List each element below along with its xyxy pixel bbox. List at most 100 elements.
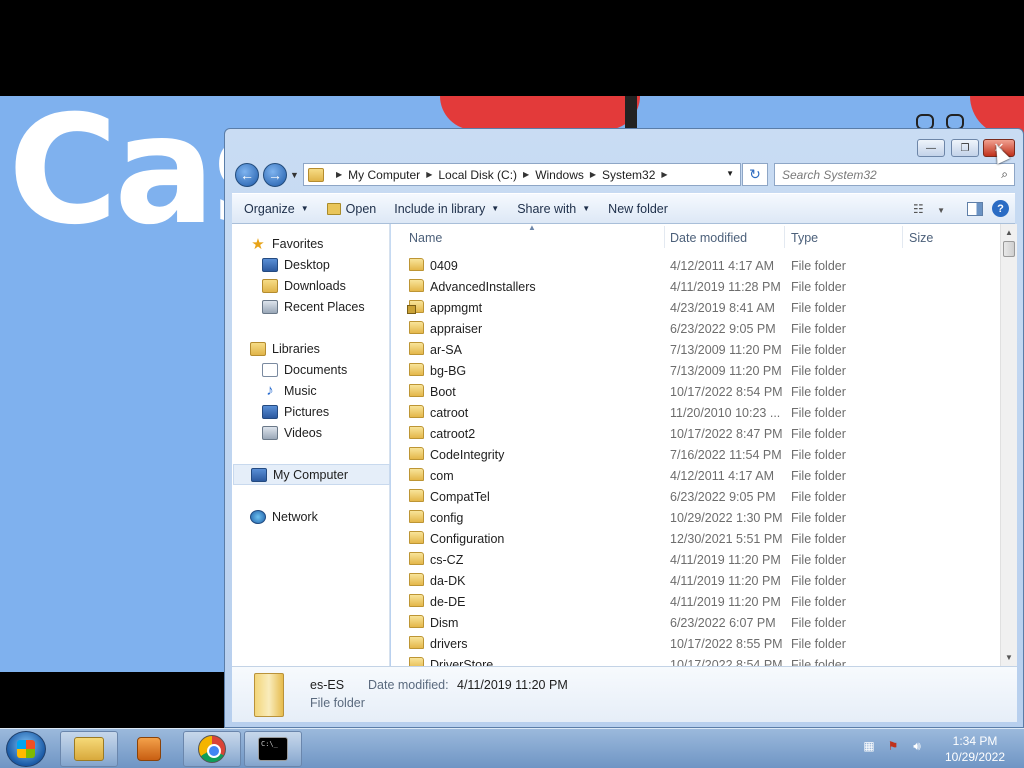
file-date-modified: 7/13/2009 11:20 PM xyxy=(670,343,782,357)
back-button[interactable]: ← xyxy=(235,163,259,187)
help-button[interactable]: ? xyxy=(992,200,1009,217)
file-name: de-DE xyxy=(430,595,466,609)
open-button[interactable]: Open xyxy=(326,201,377,216)
recent-pages-chevron-icon[interactable]: ▼ xyxy=(290,170,299,180)
preview-pane-button[interactable] xyxy=(967,202,983,216)
volume-icon[interactable]: 🔊︎ xyxy=(910,739,924,753)
file-name: catroot2 xyxy=(430,427,476,441)
table-row[interactable]: Boot 10/17/2022 8:54 PM File folder xyxy=(391,381,1000,402)
maximize-button[interactable]: ❐ xyxy=(951,139,979,157)
nav-label: Desktop xyxy=(284,257,330,272)
search-icon[interactable]: ⌕ xyxy=(1001,167,1008,182)
column-divider[interactable] xyxy=(784,226,785,248)
nav-my-computer[interactable]: My Computer xyxy=(233,464,390,485)
table-row[interactable]: config 10/29/2022 1:30 PM File folder xyxy=(391,507,1000,528)
file-name: ar-SA xyxy=(430,343,462,357)
file-type: File folder xyxy=(791,364,846,378)
address-dropdown-icon[interactable]: ▼ xyxy=(726,169,734,178)
taskbar: C:\_ ▦ ⚑ 🔊︎ 1:34 PM 10/29/2022 xyxy=(0,728,1024,768)
include-in-library-button[interactable]: Include in library ▼ xyxy=(394,202,499,216)
nav-favorites[interactable]: ★ Favorites xyxy=(250,233,407,254)
chevron-right-icon[interactable]: ▶ xyxy=(661,170,667,179)
media-player-icon xyxy=(137,737,161,761)
breadcrumb-system32[interactable]: System32 xyxy=(602,168,655,182)
taskbar-explorer-button[interactable] xyxy=(60,731,118,767)
chevron-right-icon[interactable]: ▶ xyxy=(590,170,596,179)
nav-label: Documents xyxy=(284,362,348,377)
table-row[interactable]: catroot 11/20/2010 10:23 ... File folder xyxy=(391,402,1000,423)
table-row[interactable]: de-DE 4/11/2019 11:20 PM File folder xyxy=(391,591,1000,612)
minimize-button[interactable]: — xyxy=(917,139,945,157)
table-row[interactable]: appmgmt 4/23/2019 8:41 AM File folder xyxy=(391,297,1000,318)
nav-network[interactable]: Network xyxy=(250,506,407,527)
file-name: da-DK xyxy=(430,574,466,588)
column-header-type[interactable]: Type xyxy=(791,231,818,245)
share-with-label: Share with xyxy=(517,201,577,216)
network-tray-icon[interactable]: ▦ xyxy=(862,739,876,753)
table-row[interactable]: cs-CZ 4/11/2019 11:20 PM File folder xyxy=(391,549,1000,570)
scroll-up-arrow-icon[interactable]: ▲ xyxy=(1001,224,1017,241)
open-folder-icon xyxy=(326,202,341,215)
scroll-thumb[interactable] xyxy=(1003,241,1015,257)
column-divider[interactable] xyxy=(664,226,665,248)
table-row[interactable]: Configuration 12/30/2021 5:51 PM File fold… xyxy=(391,528,1000,549)
search-input[interactable]: Search System32 ⌕ xyxy=(774,163,1015,186)
vertical-scrollbar[interactable]: ▲ ▼ xyxy=(1000,224,1017,666)
table-row[interactable]: catroot2 10/17/2022 8:47 PM File folder xyxy=(391,423,1000,444)
taskbar-media-player-button[interactable] xyxy=(120,731,178,767)
table-row[interactable]: AdvancedInstallers 4/11/2019 11:28 PM File… xyxy=(391,276,1000,297)
column-header-size[interactable]: Size xyxy=(909,231,933,245)
forward-button[interactable]: → xyxy=(263,163,287,187)
chevron-right-icon[interactable]: ▶ xyxy=(336,170,342,179)
wallpaper-art-pole xyxy=(625,96,637,130)
breadcrumb-local-disk[interactable]: Local Disk (C:) xyxy=(438,168,517,182)
action-center-flag-icon[interactable]: ⚑ xyxy=(886,739,900,753)
table-row[interactable]: CodeIntegrity 7/16/2022 11:54 PM File fold… xyxy=(391,444,1000,465)
clock[interactable]: 1:34 PM 10/29/2022 xyxy=(935,733,1015,765)
chevron-down-icon: ▼ xyxy=(491,204,500,213)
share-with-button[interactable]: Share with ▼ xyxy=(517,202,590,216)
table-row[interactable]: com 4/12/2011 4:17 AM File folder xyxy=(391,465,1000,486)
table-row[interactable]: appraiser 6/23/2022 9:05 PM File folder xyxy=(391,318,1000,339)
chevron-right-icon[interactable]: ▶ xyxy=(523,170,529,179)
table-row[interactable]: ar-SA 7/13/2009 11:20 PM File folder xyxy=(391,339,1000,360)
taskbar-command-prompt-button[interactable]: C:\_ xyxy=(244,731,302,767)
chevron-down-icon: ▼ xyxy=(582,204,591,213)
refresh-button[interactable]: ↻ xyxy=(742,163,768,186)
start-button[interactable] xyxy=(6,731,46,767)
clock-time: 1:34 PM xyxy=(952,734,998,748)
table-row[interactable]: DriverStore 10/17/2022 8:54 PM File folder xyxy=(391,654,1000,666)
change-view-button[interactable]: ☷ ▼ xyxy=(913,202,945,216)
file-date-modified: 10/17/2022 8:54 PM xyxy=(670,385,783,399)
table-row[interactable]: Dism 6/23/2022 6:07 PM File folder xyxy=(391,612,1000,633)
file-type: File folder xyxy=(791,490,846,504)
network-globe-icon xyxy=(250,509,266,524)
new-folder-label: New folder xyxy=(608,201,668,216)
open-label: Open xyxy=(345,201,377,216)
organize-button[interactable]: Organize ▼ xyxy=(244,202,309,216)
table-row[interactable]: 0409 4/12/2011 4:17 AM File folder xyxy=(391,255,1000,276)
table-row[interactable]: bg-BG 7/13/2009 11:20 PM File folder xyxy=(391,360,1000,381)
taskbar-chrome-button[interactable] xyxy=(183,731,241,767)
file-type: File folder xyxy=(791,280,846,294)
table-row[interactable]: da-DK 4/11/2019 11:20 PM File folder xyxy=(391,570,1000,591)
address-bar[interactable]: ▶ My Computer ▶ Local Disk (C:) ▶ Window… xyxy=(303,163,741,186)
file-name: appmgmt xyxy=(430,301,483,315)
chevron-right-icon[interactable]: ▶ xyxy=(426,170,432,179)
new-folder-button[interactable]: New folder xyxy=(608,202,668,216)
file-type: File folder xyxy=(791,448,846,462)
breadcrumb-my-computer[interactable]: My Computer xyxy=(348,168,420,182)
column-header-date-modified[interactable]: Date modified xyxy=(670,231,747,245)
folder-icon xyxy=(409,594,424,607)
file-type: File folder xyxy=(791,637,846,651)
table-row[interactable]: CompatTel 6/23/2022 9:05 PM File folder xyxy=(391,486,1000,507)
nav-libraries[interactable]: Libraries xyxy=(250,338,407,359)
scroll-down-arrow-icon[interactable]: ▼ xyxy=(1001,649,1017,666)
file-date-modified: 10/29/2022 1:30 PM xyxy=(670,511,783,525)
column-header-name[interactable]: Name xyxy=(409,231,442,245)
details-date-value: 4/11/2019 11:20 PM xyxy=(457,678,568,692)
column-divider[interactable] xyxy=(902,226,903,248)
breadcrumb-windows[interactable]: Windows xyxy=(535,168,584,182)
table-row[interactable]: drivers 10/17/2022 8:55 PM File folder xyxy=(391,633,1000,654)
nav-label: Music xyxy=(284,383,317,398)
